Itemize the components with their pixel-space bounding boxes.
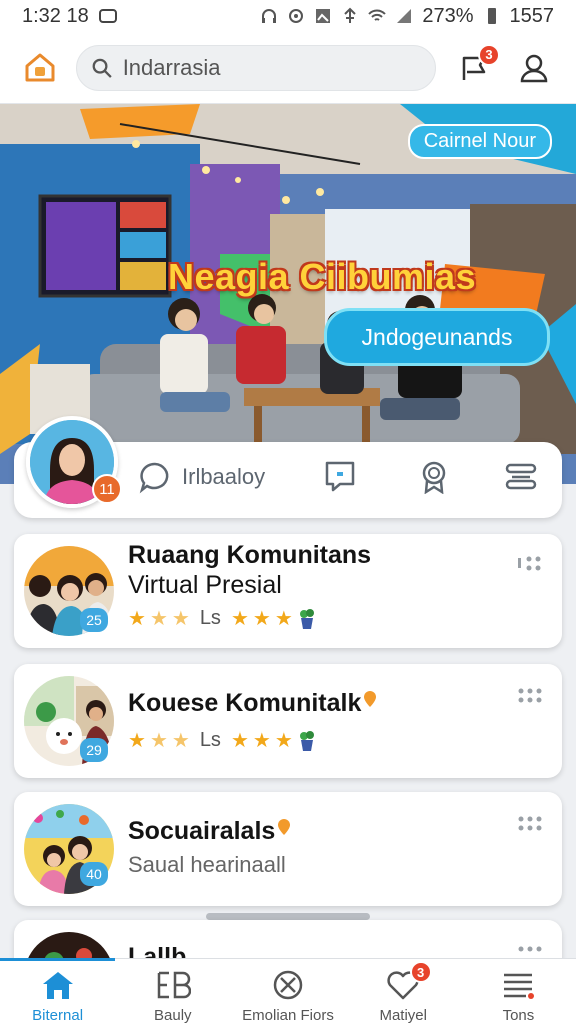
community-rating: ★ ★ ★ Ls ★ ★ ★ (128, 728, 317, 753)
rating-text: Ls (199, 729, 221, 751)
menu-lines-icon (505, 463, 537, 490)
profile-action-card: 11 Irlbaaloy (14, 416, 562, 518)
star-icon: ★ (171, 608, 190, 630)
rating-text: Ls (199, 607, 221, 629)
location-pin-icon (364, 691, 377, 707)
more-options-icon[interactable] (516, 814, 544, 834)
signal-text: 1557 (509, 4, 555, 27)
star-icon: ★ (149, 730, 168, 752)
star-icon: ★ (171, 730, 190, 752)
nav-item-emolian[interactable]: Emolian Fiors (230, 959, 345, 1024)
action-chat[interactable]: Irlbaaloy (138, 460, 265, 494)
award-icon (422, 461, 446, 494)
community-title: Socuairalals (128, 816, 291, 846)
profile-button[interactable] (512, 46, 556, 90)
star-icon: ★ (230, 608, 249, 630)
community-subtitle: Saual hearinaall (128, 852, 286, 877)
circle-x-icon (273, 970, 303, 1000)
home-button[interactable] (20, 48, 60, 88)
star-icon: ★ (274, 730, 293, 752)
vpn-icon (344, 7, 357, 23)
star-icon: ★ (230, 730, 249, 752)
nav-label: Tons (502, 1007, 535, 1024)
community-rating: ★ ★ ★ Ls ★ ★ ★ (128, 606, 317, 631)
search-input[interactable] (122, 54, 421, 81)
settings-icon (289, 9, 304, 23)
star-icon: ★ (274, 608, 293, 630)
profile-avatar-badge: 11 (92, 474, 122, 504)
search-bar[interactable] (76, 44, 436, 91)
nav-item-bauly[interactable]: Bauly (115, 959, 230, 1024)
bottom-navigation: Biternal Bauly Emolian Fiors 3 Matiyel T… (0, 958, 576, 1024)
banner-cta-bubble[interactable]: Jndogeunands (324, 308, 550, 366)
nav-item-tons[interactable]: Tons (461, 959, 576, 1024)
star-icon: ★ (128, 608, 146, 630)
plant-pot-icon (299, 608, 314, 629)
community-title: Ruaang Komunitans (128, 541, 372, 569)
headphones-icon (262, 9, 277, 23)
star-icon: ★ (128, 730, 146, 752)
grid-letters-icon (157, 971, 191, 999)
wifi-icon (368, 9, 387, 21)
nav-label: Biternal (32, 1007, 84, 1024)
battery-text: 273% (422, 4, 474, 27)
battery-icon (487, 8, 496, 24)
nav-label: Bauly (154, 1007, 192, 1024)
nav-badge: 3 (409, 961, 432, 983)
more-options-icon[interactable] (516, 686, 544, 706)
action-award[interactable] (418, 460, 450, 494)
image-icon (316, 9, 331, 23)
action-message[interactable] (324, 460, 356, 494)
star-icon: ★ (149, 608, 168, 630)
top-app-bar: 3 (0, 32, 576, 104)
user-icon (520, 54, 548, 82)
nav-item-home[interactable]: Biternal (0, 958, 116, 1024)
status-bar: 1:32 18 273% 1557 (0, 0, 576, 32)
community-title-text: Kouese Komunitalk (128, 689, 362, 717)
status-time: 1:32 18 (22, 4, 89, 27)
community-card[interactable]: 40 Socuairalals Saual hearinaall (14, 792, 562, 906)
notification-badge: 3 (478, 43, 500, 66)
banner-title: Neagia Ciibumias (168, 256, 477, 297)
star-icon: ★ (252, 730, 271, 752)
member-count-badge: 29 (80, 738, 108, 762)
location-pin-icon (278, 819, 291, 835)
community-card[interactable]: 25 Ruaang Komunitans Virtual Presial ★ ★… (14, 534, 562, 648)
list-icon (504, 973, 535, 999)
action-chat-label: Irlbaaloy (182, 464, 266, 489)
screenshot-icon (98, 9, 117, 23)
notifications-button[interactable]: 3 (452, 43, 500, 90)
plant-pot-icon (299, 730, 314, 751)
more-options-icon[interactable] (516, 554, 544, 574)
house-icon (25, 53, 55, 81)
search-icon (92, 58, 112, 78)
banner-chip[interactable]: Cairnel Nour (407, 124, 552, 159)
home-icon (42, 972, 73, 999)
star-icon: ★ (252, 608, 271, 630)
signal-icon (397, 9, 412, 23)
community-title-text: Socuairalals (128, 817, 276, 845)
action-menu[interactable] (504, 460, 538, 494)
chat-bubble-icon (139, 462, 169, 494)
community-title-line2: Virtual Presial (128, 571, 282, 599)
nav-label: Emolian Fiors (242, 1007, 334, 1024)
community-title: Kouese Komunitalk (128, 688, 377, 718)
nav-item-matiyel[interactable]: 3 Matiyel (346, 959, 461, 1024)
member-count-badge: 25 (80, 608, 108, 632)
community-card[interactable]: 29 Kouese Komunitalk ★ ★ ★ Ls ★ ★ ★ (14, 664, 562, 778)
nav-label: Matiyel (379, 1007, 427, 1024)
member-count-badge: 40 (80, 862, 108, 886)
message-square-icon (325, 461, 355, 492)
scroll-indicator[interactable] (206, 913, 370, 920)
